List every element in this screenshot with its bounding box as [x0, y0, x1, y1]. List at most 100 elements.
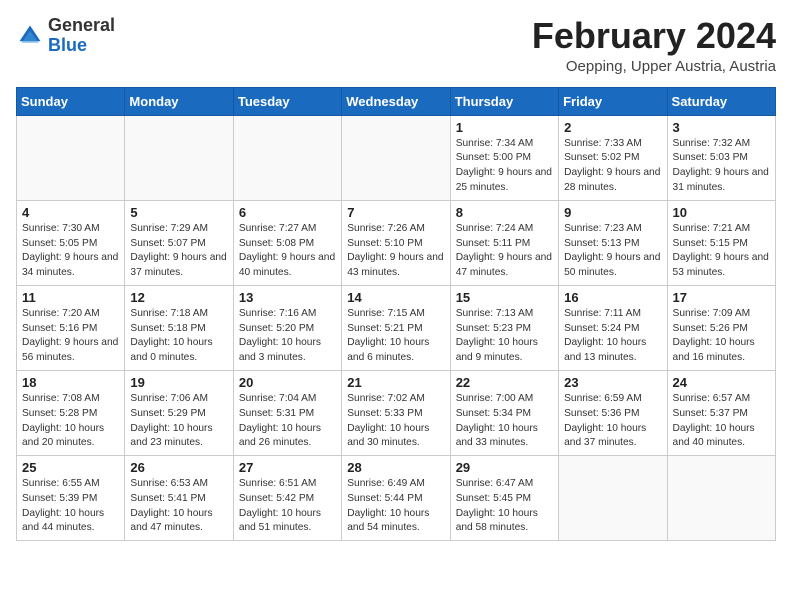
calendar-cell: 17 Sunrise: 7:09 AM Sunset: 5:26 PM Dayli…: [667, 285, 775, 370]
day-number: 6: [239, 205, 336, 220]
calendar-cell: [233, 115, 341, 200]
calendar-week-3: 11 Sunrise: 7:20 AM Sunset: 5:16 PM Dayli…: [17, 285, 776, 370]
month-title: February 2024: [532, 16, 776, 56]
calendar-cell: 14 Sunrise: 7:15 AM Sunset: 5:21 PM Dayli…: [342, 285, 450, 370]
day-number: 3: [673, 120, 770, 135]
calendar-cell: 12 Sunrise: 7:18 AM Sunset: 5:18 PM Dayli…: [125, 285, 233, 370]
calendar-week-2: 4 Sunrise: 7:30 AM Sunset: 5:05 PM Daylig…: [17, 200, 776, 285]
day-number: 17: [673, 290, 770, 305]
day-number: 10: [673, 205, 770, 220]
calendar-cell: 1 Sunrise: 7:34 AM Sunset: 5:00 PM Daylig…: [450, 115, 558, 200]
day-info: Sunrise: 7:15 AM Sunset: 5:21 PM Dayligh…: [347, 307, 444, 366]
day-info: Sunrise: 7:21 AM Sunset: 5:15 PM Dayligh…: [673, 222, 770, 281]
day-info: Sunrise: 7:09 AM Sunset: 5:26 PM Dayligh…: [673, 307, 770, 366]
day-number: 29: [456, 460, 553, 475]
calendar-cell: 25 Sunrise: 6:55 AM Sunset: 5:39 PM Dayli…: [17, 456, 125, 541]
calendar-cell: 23 Sunrise: 6:59 AM Sunset: 5:36 PM Dayli…: [559, 370, 667, 455]
day-info: Sunrise: 7:23 AM Sunset: 5:13 PM Dayligh…: [564, 222, 661, 281]
page-header: General Blue February 2024 Oepping, Uppe…: [16, 16, 776, 75]
logo-icon: [16, 22, 44, 50]
day-info: Sunrise: 7:34 AM Sunset: 5:00 PM Dayligh…: [456, 137, 553, 196]
day-info: Sunrise: 6:47 AM Sunset: 5:45 PM Dayligh…: [456, 477, 553, 536]
calendar-cell: 19 Sunrise: 7:06 AM Sunset: 5:29 PM Dayli…: [125, 370, 233, 455]
day-info: Sunrise: 7:24 AM Sunset: 5:11 PM Dayligh…: [456, 222, 553, 281]
calendar-week-1: 1 Sunrise: 7:34 AM Sunset: 5:00 PM Daylig…: [17, 115, 776, 200]
day-number: 19: [130, 375, 227, 390]
calendar-cell: [17, 115, 125, 200]
day-info: Sunrise: 7:33 AM Sunset: 5:02 PM Dayligh…: [564, 137, 661, 196]
day-number: 8: [456, 205, 553, 220]
day-number: 25: [22, 460, 119, 475]
calendar-cell: 21 Sunrise: 7:02 AM Sunset: 5:33 PM Dayli…: [342, 370, 450, 455]
weekday-header-saturday: Saturday: [667, 87, 775, 115]
day-info: Sunrise: 7:16 AM Sunset: 5:20 PM Dayligh…: [239, 307, 336, 366]
day-info: Sunrise: 6:49 AM Sunset: 5:44 PM Dayligh…: [347, 477, 444, 536]
day-info: Sunrise: 7:02 AM Sunset: 5:33 PM Dayligh…: [347, 392, 444, 451]
day-number: 22: [456, 375, 553, 390]
day-info: Sunrise: 7:29 AM Sunset: 5:07 PM Dayligh…: [130, 222, 227, 281]
calendar-cell: 2Sunrise: 7:33 AM Sunset: 5:02 PM Daylig…: [559, 115, 667, 200]
day-number: 23: [564, 375, 661, 390]
calendar-cell: 9 Sunrise: 7:23 AM Sunset: 5:13 PM Daylig…: [559, 200, 667, 285]
day-number: 9: [564, 205, 661, 220]
day-number: 5: [130, 205, 227, 220]
location-subtitle: Oepping, Upper Austria, Austria: [532, 58, 776, 75]
calendar-cell: 22 Sunrise: 7:00 AM Sunset: 5:34 PM Dayli…: [450, 370, 558, 455]
calendar-cell: 18Sunrise: 7:08 AM Sunset: 5:28 PM Dayli…: [17, 370, 125, 455]
day-number: 27: [239, 460, 336, 475]
day-info: Sunrise: 7:04 AM Sunset: 5:31 PM Dayligh…: [239, 392, 336, 451]
weekday-header-wednesday: Wednesday: [342, 87, 450, 115]
calendar-cell: 28 Sunrise: 6:49 AM Sunset: 5:44 PM Dayli…: [342, 456, 450, 541]
calendar-week-5: 25 Sunrise: 6:55 AM Sunset: 5:39 PM Dayli…: [17, 456, 776, 541]
calendar-cell: 3 Sunrise: 7:32 AM Sunset: 5:03 PM Daylig…: [667, 115, 775, 200]
day-info: Sunrise: 6:53 AM Sunset: 5:41 PM Dayligh…: [130, 477, 227, 536]
day-number: 20: [239, 375, 336, 390]
day-number: 14: [347, 290, 444, 305]
calendar-cell: 24 Sunrise: 6:57 AM Sunset: 5:37 PM Dayli…: [667, 370, 775, 455]
weekday-header-sunday: Sunday: [17, 87, 125, 115]
calendar-cell: 11 Sunrise: 7:20 AM Sunset: 5:16 PM Dayli…: [17, 285, 125, 370]
day-info: Sunrise: 6:55 AM Sunset: 5:39 PM Dayligh…: [22, 477, 119, 536]
day-number: 28: [347, 460, 444, 475]
calendar-cell: 7 Sunrise: 7:26 AM Sunset: 5:10 PM Daylig…: [342, 200, 450, 285]
calendar-cell: [667, 456, 775, 541]
calendar-cell: 8 Sunrise: 7:24 AM Sunset: 5:11 PM Daylig…: [450, 200, 558, 285]
calendar-cell: 20 Sunrise: 7:04 AM Sunset: 5:31 PM Dayli…: [233, 370, 341, 455]
day-info: Sunrise: 7:30 AM Sunset: 5:05 PM Dayligh…: [22, 222, 119, 281]
day-info: Sunrise: 7:20 AM Sunset: 5:16 PM Dayligh…: [22, 307, 119, 366]
calendar-cell: [559, 456, 667, 541]
calendar-week-4: 18Sunrise: 7:08 AM Sunset: 5:28 PM Dayli…: [17, 370, 776, 455]
day-number: 11: [22, 290, 119, 305]
day-number: 7: [347, 205, 444, 220]
day-info: Sunrise: 7:26 AM Sunset: 5:10 PM Dayligh…: [347, 222, 444, 281]
calendar-cell: [125, 115, 233, 200]
day-info: Sunrise: 7:00 AM Sunset: 5:34 PM Dayligh…: [456, 392, 553, 451]
calendar-cell: 5 Sunrise: 7:29 AM Sunset: 5:07 PM Daylig…: [125, 200, 233, 285]
logo: General Blue: [16, 16, 115, 56]
day-number: 1: [456, 120, 553, 135]
weekday-header-monday: Monday: [125, 87, 233, 115]
calendar-cell: 13 Sunrise: 7:16 AM Sunset: 5:20 PM Dayli…: [233, 285, 341, 370]
day-number: 18: [22, 375, 119, 390]
calendar-cell: 26 Sunrise: 6:53 AM Sunset: 5:41 PM Dayli…: [125, 456, 233, 541]
day-number: 21: [347, 375, 444, 390]
day-number: 4: [22, 205, 119, 220]
calendar-cell: 29 Sunrise: 6:47 AM Sunset: 5:45 PM Dayli…: [450, 456, 558, 541]
day-info: Sunrise: 6:57 AM Sunset: 5:37 PM Dayligh…: [673, 392, 770, 451]
weekday-header-thursday: Thursday: [450, 87, 558, 115]
day-info: Sunrise: 6:59 AM Sunset: 5:36 PM Dayligh…: [564, 392, 661, 451]
day-info: Sunrise: 7:18 AM Sunset: 5:18 PM Dayligh…: [130, 307, 227, 366]
day-number: 26: [130, 460, 227, 475]
day-info: Sunrise: 7:06 AM Sunset: 5:29 PM Dayligh…: [130, 392, 227, 451]
day-number: 13: [239, 290, 336, 305]
day-info: Sunrise: 7:13 AM Sunset: 5:23 PM Dayligh…: [456, 307, 553, 366]
day-info: Sunrise: 7:11 AM Sunset: 5:24 PM Dayligh…: [564, 307, 661, 366]
day-number: 12: [130, 290, 227, 305]
day-number: 16: [564, 290, 661, 305]
day-info: Sunrise: 7:27 AM Sunset: 5:08 PM Dayligh…: [239, 222, 336, 281]
day-number: 24: [673, 375, 770, 390]
day-info: Sunrise: 7:32 AM Sunset: 5:03 PM Dayligh…: [673, 137, 770, 196]
weekday-header-friday: Friday: [559, 87, 667, 115]
calendar-cell: [342, 115, 450, 200]
weekday-header-row: SundayMondayTuesdayWednesdayThursdayFrid…: [17, 87, 776, 115]
